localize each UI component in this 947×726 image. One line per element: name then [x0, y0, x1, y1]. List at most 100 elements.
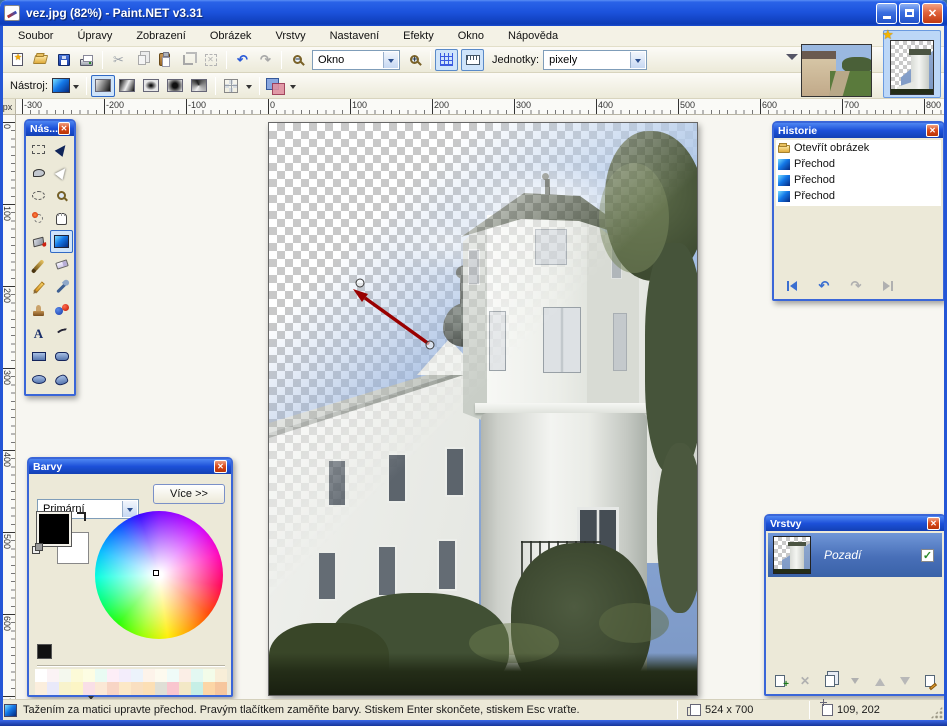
palette-swatch[interactable]: [119, 669, 131, 682]
palette-swatch[interactable]: [107, 682, 119, 695]
swap-colors-icon[interactable]: [77, 512, 86, 521]
tool-paint-bucket[interactable]: [27, 230, 50, 253]
tool-pan[interactable]: [50, 207, 73, 230]
combo-arrow-icon[interactable]: [630, 52, 645, 68]
palette-swatch[interactable]: [71, 669, 83, 682]
open-button[interactable]: [29, 49, 52, 71]
palette-swatch[interactable]: [155, 682, 167, 695]
menu-obrazek[interactable]: Obrázek: [198, 27, 264, 45]
palette-swatch[interactable]: [179, 682, 191, 695]
tool-paintbrush[interactable]: [27, 253, 50, 276]
save-button[interactable]: [52, 49, 75, 71]
palette-swatch[interactable]: [131, 669, 143, 682]
palette-swatch[interactable]: [35, 669, 47, 682]
gradient-conical-button[interactable]: [187, 75, 211, 97]
history-item[interactable]: Přechod: [776, 188, 941, 204]
palette-swatch[interactable]: [203, 669, 215, 682]
canvas-image[interactable]: [268, 122, 698, 696]
tools-palette-close-button[interactable]: ✕: [58, 122, 70, 135]
history-item[interactable]: Přechod: [776, 156, 941, 172]
palette-swatch[interactable]: [95, 669, 107, 682]
move-layer-down-button[interactable]: [895, 672, 915, 690]
palette-swatch[interactable]: [167, 669, 179, 682]
history-palette-titlebar[interactable]: Historie ✕: [774, 123, 943, 138]
palette-swatch[interactable]: [215, 682, 227, 695]
maximize-button[interactable]: [899, 3, 920, 24]
tools-palette-titlebar[interactable]: Nás... ✕: [26, 121, 74, 136]
palette-swatch[interactable]: [131, 682, 143, 695]
thumbnail-image-2-active[interactable]: ★: [883, 30, 941, 98]
palette-swatch[interactable]: [215, 669, 227, 682]
history-redo-button[interactable]: ↷: [844, 277, 868, 295]
grid-toggle-button[interactable]: [435, 49, 458, 71]
palette-swatch[interactable]: [107, 669, 119, 682]
default-colors-icon[interactable]: [35, 543, 43, 551]
tool-lasso-select[interactable]: [27, 161, 50, 184]
palette-swatch[interactable]: [191, 669, 203, 682]
minimize-button[interactable]: [876, 3, 897, 24]
gradient-diamond-button[interactable]: [139, 75, 163, 97]
gradient-arrow-line[interactable]: [365, 298, 429, 344]
tool-clone-stamp[interactable]: [27, 299, 50, 322]
paste-button[interactable]: [153, 49, 176, 71]
close-button[interactable]: ✕: [922, 3, 943, 24]
palette-swatch[interactable]: [95, 682, 107, 695]
tool-magic-wand[interactable]: [27, 207, 50, 230]
history-item[interactable]: Přechod: [776, 172, 941, 188]
tool-rounded-rectangle[interactable]: [50, 345, 73, 368]
menu-napoveda[interactable]: Nápověda: [496, 27, 570, 45]
palette-swatch[interactable]: [191, 682, 203, 695]
image-list-icon[interactable]: [786, 54, 798, 67]
menu-vrstvy[interactable]: Vrstvy: [263, 27, 317, 45]
new-button[interactable]: ★: [6, 49, 29, 71]
copy-button[interactable]: [130, 49, 153, 71]
ruler-toggle-button[interactable]: [461, 49, 484, 71]
palette-swatch[interactable]: [59, 682, 71, 695]
layers-palette-titlebar[interactable]: Vrstvy ✕: [766, 516, 944, 531]
menu-okno[interactable]: Okno: [446, 27, 496, 45]
color-wheel[interactable]: [95, 511, 223, 639]
history-rewind-button[interactable]: [780, 277, 804, 295]
color-wheel-marker[interactable]: [153, 570, 159, 576]
zoom-out-button[interactable]: −: [286, 49, 309, 71]
gradient-reflected-button[interactable]: [115, 75, 139, 97]
tool-ellipse-select[interactable]: [27, 184, 50, 207]
print-button[interactable]: [75, 49, 98, 71]
palette-swatch[interactable]: [59, 669, 71, 682]
palette-swatch[interactable]: [155, 669, 167, 682]
blend-mode-button[interactable]: [264, 75, 287, 97]
alpha-dropdown-arrow[interactable]: [243, 76, 255, 96]
menu-zobrazeni[interactable]: Zobrazení: [124, 27, 198, 45]
palette-swatch[interactable]: [71, 682, 83, 695]
tool-pencil[interactable]: [27, 276, 50, 299]
colors-palette-titlebar[interactable]: Barvy ✕: [29, 459, 231, 474]
delete-layer-button[interactable]: ✕: [795, 672, 815, 690]
menu-soubor[interactable]: Soubor: [6, 27, 65, 45]
history-fast-forward-button[interactable]: [876, 277, 900, 295]
tool-ellipse[interactable]: [27, 368, 50, 391]
tool-gradient[interactable]: [50, 230, 73, 253]
palette-swatch[interactable]: [47, 669, 59, 682]
gradient-radial-button[interactable]: [163, 75, 187, 97]
units-combo[interactable]: pixely: [543, 50, 647, 70]
layer-row-selected[interactable]: Pozadí ✓: [768, 533, 942, 577]
tool-rectangle-select[interactable]: [27, 138, 50, 161]
palette-swatch[interactable]: [83, 682, 95, 695]
add-palette-color-icon[interactable]: [37, 644, 52, 659]
tool-line-curve[interactable]: [50, 322, 73, 345]
move-layer-up-button[interactable]: [870, 672, 890, 690]
more-colors-button[interactable]: Více >>: [153, 484, 225, 504]
title-bar[interactable]: vez.jpg (82%) - Paint.NET v3.31 ✕: [0, 0, 947, 26]
gradient-linear-button[interactable]: [91, 75, 115, 97]
colors-palette-close-button[interactable]: ✕: [214, 460, 227, 473]
duplicate-layer-button[interactable]: [820, 672, 840, 690]
tool-eraser[interactable]: [50, 253, 73, 276]
gradient-end-handle[interactable]: [426, 341, 434, 349]
history-palette-close-button[interactable]: ✕: [926, 124, 939, 137]
zoom-preset-combo[interactable]: Okno: [312, 50, 400, 70]
primary-color-swatch[interactable]: [37, 512, 71, 546]
tool-freeform-shape[interactable]: [50, 368, 73, 391]
tool-zoom[interactable]: [50, 184, 73, 207]
zoom-in-button[interactable]: +: [403, 49, 426, 71]
deselect-button[interactable]: ✕: [199, 49, 222, 71]
